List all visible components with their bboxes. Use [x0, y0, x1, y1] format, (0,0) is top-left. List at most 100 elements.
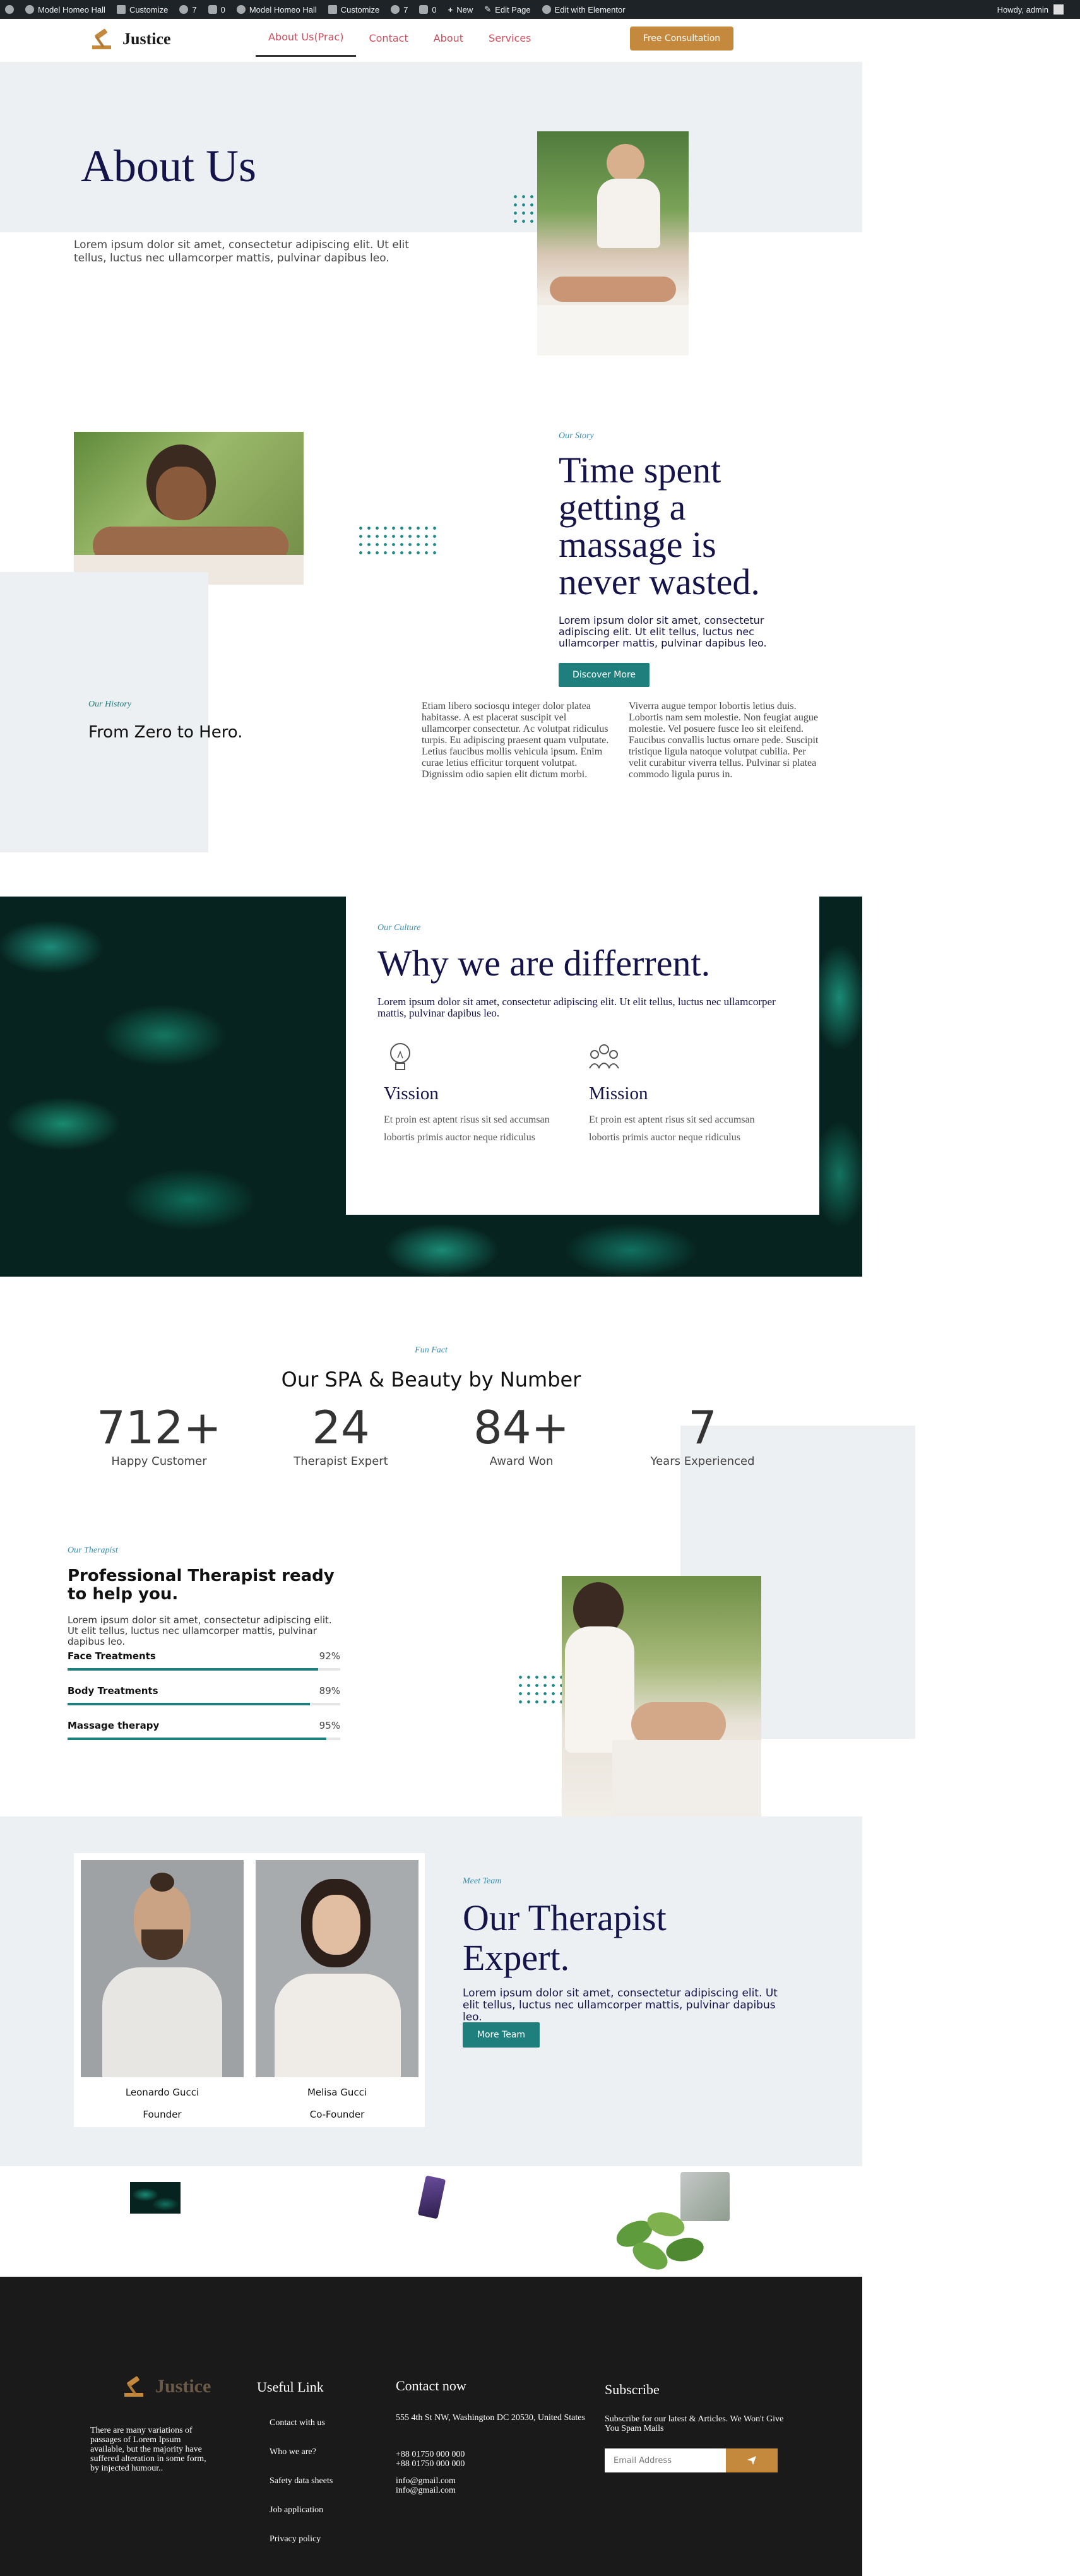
admin-edit-elementor[interactable]: Edit with Elementor	[542, 5, 626, 15]
story-kicker: Our Story	[559, 431, 594, 441]
skill-bar-fill	[68, 1738, 327, 1740]
wordpress-logo-icon[interactable]	[5, 5, 14, 14]
team-kicker: Meet Team	[463, 1876, 502, 1886]
footer-link-contact[interactable]: Contact with us	[270, 2418, 325, 2428]
footer-link-who-we-are[interactable]: Who we are?	[270, 2447, 316, 2457]
comments-count: 0	[432, 4, 437, 15]
admin-updates-2[interactable]: 7	[391, 5, 408, 15]
culture-title: Why we are differrent.	[377, 943, 711, 984]
subscribe-text: Subscribe for our latest & Articles. We …	[605, 2414, 784, 2433]
admin-comments-1[interactable]: 0	[208, 5, 225, 15]
avatar	[1053, 4, 1064, 15]
nav-item-about[interactable]: About	[434, 32, 463, 44]
stat-award-won: 84+ Award Won	[458, 1400, 585, 1468]
stat-label: Therapist Expert	[294, 1455, 388, 1468]
admin-site-name: Model Homeo Hall	[249, 4, 317, 15]
skill-bar-fill	[68, 1668, 319, 1671]
skill-bar-track	[68, 1738, 340, 1740]
admin-customize-2[interactable]: Customize	[328, 5, 379, 15]
skill-bar-track	[68, 1668, 340, 1671]
admin-edit-page[interactable]: ✎ Edit Page	[484, 4, 530, 15]
melisa-photo	[256, 1860, 418, 2077]
hero-text: Lorem ipsum dolor sit amet, consectetur …	[74, 239, 409, 265]
footer-link-privacy-policy[interactable]: Privacy policy	[270, 2534, 321, 2544]
free-consultation-button[interactable]: Free Consultation	[630, 27, 733, 51]
admin-account[interactable]: Howdy, admin	[997, 0, 1064, 19]
nav-item-about-us-prac[interactable]: About Us(Prac)	[256, 19, 357, 57]
nav-item-contact[interactable]: Contact	[356, 32, 408, 44]
site-logo[interactable]: Justice	[88, 27, 171, 52]
skill-name: Body Treatments	[68, 1685, 158, 1696]
skill-name: Face Treatments	[68, 1650, 156, 1662]
admin-site-link-2[interactable]: Model Homeo Hall	[236, 4, 317, 15]
footer-about-text: There are many variations of passages of…	[90, 2426, 206, 2473]
mission-title: Mission	[589, 1083, 648, 1104]
discover-more-button[interactable]: Discover More	[559, 663, 650, 687]
wp-admin-bar: Model Homeo Hall Customize 7 0 Model Hom…	[0, 0, 1080, 19]
vision-title: Vission	[384, 1083, 439, 1104]
therapist-title: Professional Therapist ready to help you…	[68, 1566, 335, 1604]
footer-logo-text: Justice	[155, 2376, 211, 2397]
useful-links-title: Useful Link	[257, 2379, 324, 2395]
stat-number: 712+	[97, 1401, 222, 1454]
stat-label: Happy Customer	[111, 1455, 207, 1468]
history-kicker: Our History	[88, 700, 132, 709]
main-nav: About Us(Prac) Contact About Services	[256, 19, 531, 57]
stat-happy-customer: 712+ Happy Customer	[96, 1400, 222, 1468]
team-title: Our Therapist Expert.	[463, 1897, 667, 1978]
admin-customize-1[interactable]: Customize	[116, 4, 169, 15]
footer-link-safety-data[interactable]: Safety data sheets	[270, 2476, 333, 2486]
member-role: Founder	[143, 2109, 182, 2120]
member-role: Co-Founder	[309, 2109, 365, 2120]
email-input[interactable]	[605, 2448, 726, 2472]
stat-therapist-expert: 24 Therapist Expert	[278, 1400, 404, 1468]
history-text-right: Viverra augue tempor lobortis letius dui…	[629, 701, 819, 780]
plus-icon: +	[448, 4, 453, 15]
woman-spa-photo	[74, 432, 304, 585]
send-icon	[747, 2456, 756, 2465]
footer-link-job-application[interactable]: Job application	[270, 2505, 323, 2515]
stat-label: Years Experienced	[650, 1455, 755, 1468]
brush-icon	[116, 5, 126, 14]
skill-body-treatments: Body Treatments 89%	[68, 1685, 340, 1705]
story-title: Time spent getting a massage is never wa…	[559, 450, 760, 602]
skill-name: Massage therapy	[68, 1720, 160, 1731]
footer-logo[interactable]: Justice	[120, 2374, 211, 2399]
admin-comments-2[interactable]: 0	[419, 4, 437, 15]
team-cards: Leonardo Gucci Founder Melisa Gucci Co-F…	[74, 1853, 425, 2127]
updates-count: 7	[403, 4, 408, 15]
logo-text: Justice	[122, 30, 171, 48]
howdy-text: Howdy, admin	[997, 4, 1048, 15]
pencil-icon: ✎	[484, 4, 492, 14]
funfact-title: Our SPA & Beauty by Number	[281, 1368, 581, 1392]
stat-number: 84+	[473, 1401, 569, 1454]
refresh-icon	[179, 5, 189, 14]
site-header: Justice About Us(Prac) Contact About Ser…	[0, 19, 862, 62]
footer-phone: +88 01750 000 000	[396, 2459, 465, 2469]
skill-percent: 95%	[319, 1720, 340, 1731]
skill-percent: 89%	[319, 1685, 340, 1696]
more-team-button[interactable]: More Team	[463, 2022, 540, 2048]
stat-number: 7	[688, 1401, 717, 1454]
gavel-icon	[92, 28, 111, 49]
vision-text: Et proin est aptent risus sit sed accums…	[384, 1114, 550, 1143]
stat-years-experienced: 7 Years Experienced	[639, 1400, 766, 1468]
elementor-icon	[542, 5, 551, 14]
member-name: Leonardo Gucci	[125, 2087, 199, 2098]
nav-item-services[interactable]: Services	[489, 32, 531, 44]
admin-edit-elementor-label: Edit with Elementor	[554, 4, 626, 15]
admin-updates-1[interactable]: 7	[179, 5, 197, 15]
site-footer: Justice There are many variations of pas…	[0, 2277, 862, 2576]
skill-face-treatments: Face Treatments 92%	[68, 1650, 340, 1671]
history-text-left: Etiam libero sociosqu integer dolor plat…	[422, 701, 609, 780]
subscribe-button[interactable]	[726, 2448, 778, 2472]
admin-customize-label: Customize	[340, 4, 380, 15]
admin-new[interactable]: + New	[448, 5, 473, 15]
comment-icon	[208, 5, 217, 14]
therapist-kicker: Our Therapist	[68, 1546, 118, 1555]
comments-count: 0	[220, 4, 225, 15]
admin-site-link-1[interactable]: Model Homeo Hall	[25, 5, 105, 15]
admin-customize-label: Customize	[129, 4, 169, 15]
dot-pattern	[357, 524, 439, 557]
history-title: From Zero to Hero.	[88, 723, 243, 742]
